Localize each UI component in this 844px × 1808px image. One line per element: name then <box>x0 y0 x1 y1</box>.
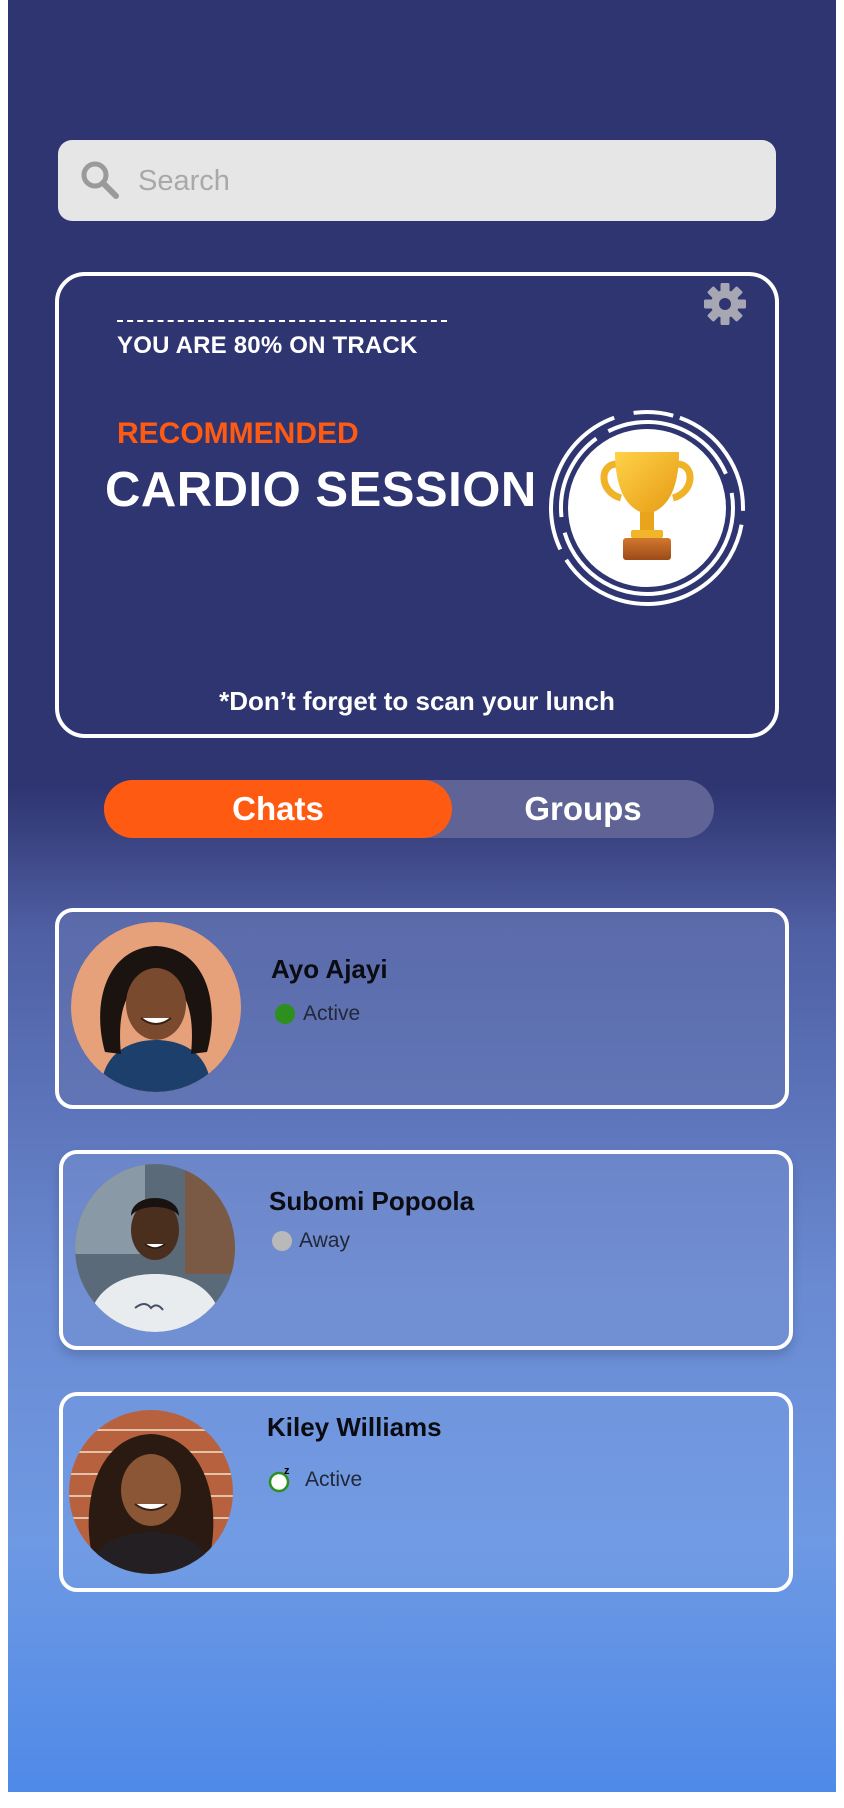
recommended-label: RECOMMENDED <box>117 417 359 450</box>
contact-card-subomi-popoola[interactable]: Subomi Popoola Away <box>59 1150 793 1350</box>
contact-name: Subomi Popoola <box>269 1186 475 1216</box>
divider <box>117 320 447 322</box>
recommendation-card[interactable]: YOU ARE 80% ON TRACK RECOMMENDED CARDIO … <box>55 272 779 738</box>
trophy-icon <box>600 452 694 560</box>
contact-status: Active <box>305 1468 363 1491</box>
tab-chats[interactable]: Chats <box>104 780 452 838</box>
idle-sleep-icon: z <box>268 1465 290 1493</box>
progress-text: YOU ARE 80% ON TRACK <box>117 332 418 359</box>
lunch-reminder: *Don’t forget to scan your lunch <box>219 686 615 716</box>
trophy-badge <box>543 404 751 612</box>
online-status-dot <box>275 1004 295 1024</box>
search-icon <box>81 161 119 199</box>
contact-name: Kiley Williams <box>267 1412 442 1442</box>
avatar <box>75 1164 235 1332</box>
avatar <box>69 1410 233 1574</box>
search-input[interactable] <box>136 140 740 223</box>
avatar <box>71 922 241 1092</box>
app-screen: YOU ARE 80% ON TRACK RECOMMENDED CARDIO … <box>8 0 836 1792</box>
chats-groups-toggle: Chats Groups <box>104 780 714 838</box>
contact-card-kiley-williams[interactable]: Kiley Williams z Active <box>59 1392 793 1592</box>
contact-card-ayo-ajayi[interactable]: Ayo Ajayi Active <box>55 908 789 1109</box>
svg-text:z: z <box>284 1465 290 1477</box>
contact-status: Away <box>299 1229 350 1252</box>
contact-status: Active <box>303 1002 361 1025</box>
contact-name: Ayo Ajayi <box>271 954 388 984</box>
session-title: CARDIO SESSION <box>105 463 537 517</box>
search-bar[interactable] <box>58 140 776 223</box>
tab-groups[interactable]: Groups <box>452 780 714 838</box>
gear-icon[interactable] <box>701 280 749 328</box>
away-status-dot <box>272 1231 292 1251</box>
